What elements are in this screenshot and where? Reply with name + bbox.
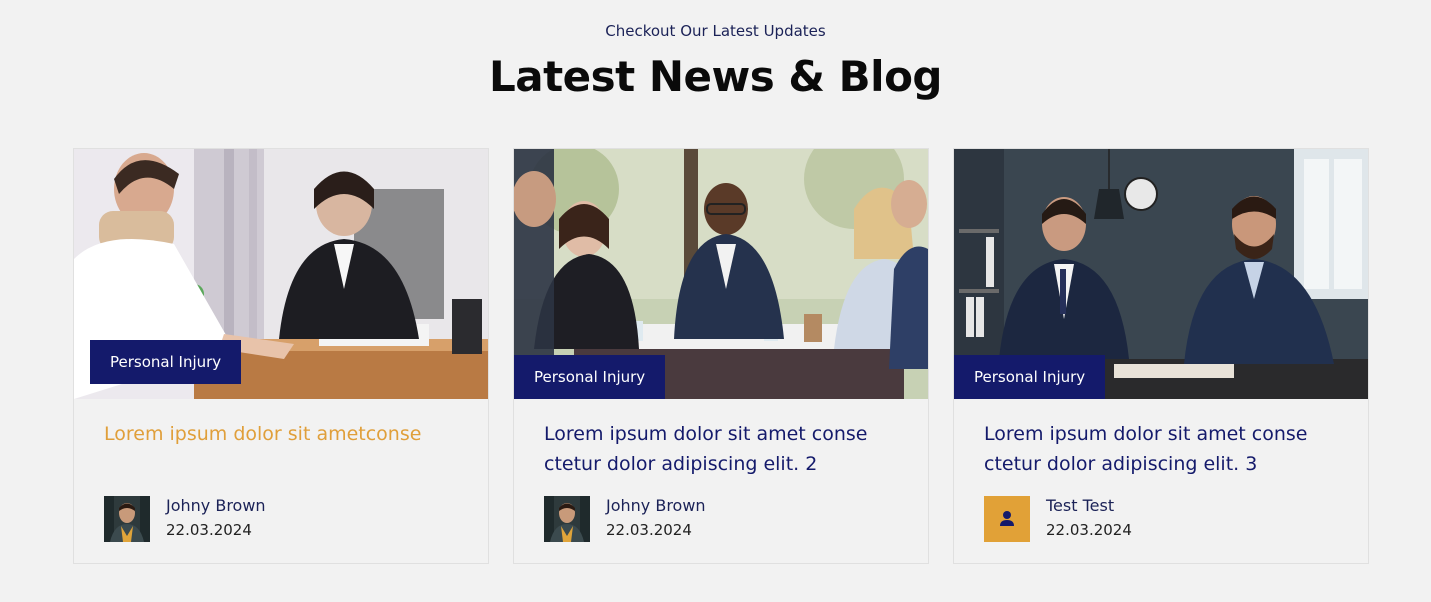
author-name[interactable]: Johny Brown (606, 496, 706, 515)
post-date: 22.03.2024 (606, 521, 692, 539)
author-avatar (544, 496, 590, 542)
author-name[interactable]: Test Test (1046, 496, 1114, 515)
author-avatar (984, 496, 1030, 542)
blog-card-image[interactable]: Personal Injury (954, 149, 1368, 399)
blog-card-title[interactable]: Lorem ipsum dolor sit amet conse ctetur … (984, 419, 1344, 479)
blog-card-title[interactable]: Lorem ipsum dolor sit amet conse ctetur … (544, 419, 904, 479)
post-date: 22.03.2024 (166, 521, 252, 539)
blog-card[interactable]: Personal Injury Lorem ipsum dolor sit am… (953, 148, 1369, 564)
author-photo-icon (104, 496, 150, 542)
user-icon (1000, 511, 1014, 526)
author-name[interactable]: Johny Brown (166, 496, 266, 515)
author-meta: Johny Brown 22.03.2024 (544, 496, 904, 542)
author-meta: Test Test 22.03.2024 (984, 496, 1344, 542)
blog-card-image[interactable]: Personal Injury (74, 149, 488, 399)
category-badge[interactable]: Personal Injury (514, 355, 666, 399)
section-eyebrow: Checkout Our Latest Updates (605, 22, 826, 40)
blog-card-title[interactable]: Lorem ipsum dolor sit ametconse (104, 419, 464, 449)
section-title: Latest News & Blog (489, 52, 943, 101)
blog-card[interactable]: Personal Injury Lorem ipsum dolor sit am… (513, 148, 929, 564)
author-meta: Johny Brown 22.03.2024 (104, 496, 464, 542)
author-avatar (104, 496, 150, 542)
post-date: 22.03.2024 (1046, 521, 1132, 539)
author-photo-icon (544, 496, 590, 542)
blog-card-list: Personal Injury Lorem ipsum dolor sit am… (73, 148, 1369, 564)
category-badge[interactable]: Personal Injury (90, 340, 242, 384)
blog-card-image[interactable]: Personal Injury (514, 149, 928, 399)
category-badge[interactable]: Personal Injury (954, 355, 1106, 399)
blog-card[interactable]: Personal Injury Lorem ipsum dolor sit am… (73, 148, 489, 564)
